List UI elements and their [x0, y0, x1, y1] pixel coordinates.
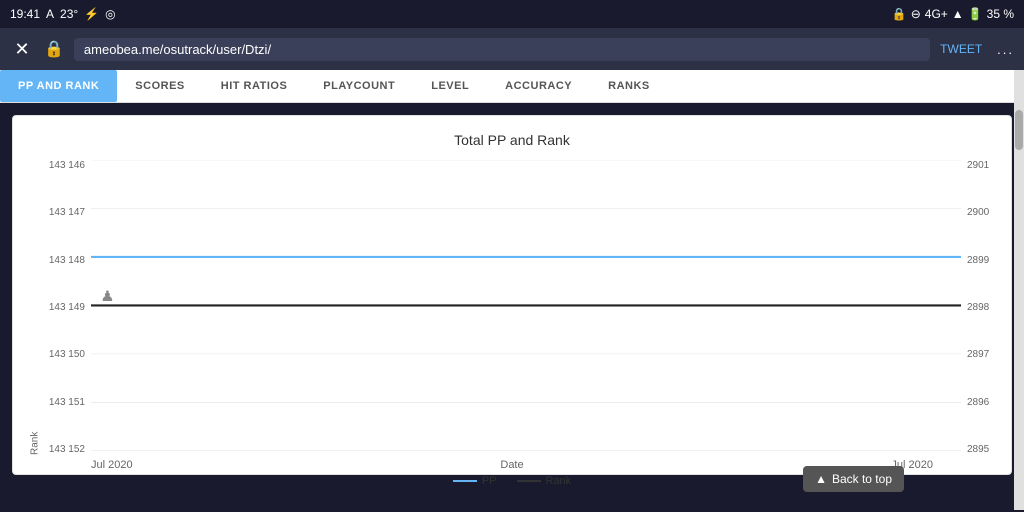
scrollbar[interactable]: [1014, 70, 1024, 510]
status-left: 19:41 A 23° ⚡ ◎: [10, 7, 116, 21]
more-button[interactable]: ...: [997, 42, 1014, 57]
tab-playcount[interactable]: PLAYCOUNT: [305, 70, 413, 102]
legend-rank-line: [517, 480, 541, 482]
tab-scores[interactable]: SCORES: [117, 70, 202, 102]
minus-icon: ⊖: [911, 7, 921, 21]
y-right-6: 2896: [967, 397, 1001, 408]
y-left-4: 143 149: [43, 302, 85, 313]
y-labels-right: 2901 2900 2899 2898 2897 2896 2895: [961, 160, 1001, 455]
y-right-4: 2898: [967, 302, 1001, 313]
status-right: 🔒 ⊖ 4G+ ▲ 🔋 35 %: [892, 7, 1014, 21]
chart-area: Total PP and Rank Rank 143 146 143 147 1…: [12, 115, 1012, 475]
legend-pp-label: PP: [482, 475, 497, 487]
tab-hit-ratios[interactable]: HIT RATIOS: [203, 70, 306, 102]
tab-pp-and-rank[interactable]: PP AND RANK: [0, 70, 117, 102]
close-button[interactable]: ✕: [10, 39, 34, 60]
app-icon: A: [46, 7, 54, 21]
y-right-1: 2901: [967, 160, 1001, 171]
y-right-7: 2895: [967, 444, 1001, 455]
lock-icon: 🔒: [892, 7, 907, 21]
y-right-3: 2899: [967, 255, 1001, 266]
back-to-top-button[interactable]: ▲ Back to top: [803, 466, 904, 492]
battery-icon: 🔋: [968, 7, 983, 21]
x-label-left: Jul 2020: [91, 459, 133, 471]
battery-percent: 35 %: [987, 7, 1014, 21]
chart-container: Rank 143 146 143 147 143 148 143 149 143…: [23, 160, 1001, 455]
y-left-7: 143 152: [43, 444, 85, 455]
url-bar[interactable]: ameobea.me/osutrack/user/Dtzi/: [74, 38, 930, 61]
icon1: ⚡: [84, 7, 99, 21]
chevron-up-icon: ▲: [815, 472, 827, 486]
chart-title: Total PP and Rank: [23, 132, 1001, 148]
wifi-icon: ▲: [952, 7, 964, 21]
y-right-5: 2897: [967, 349, 1001, 360]
tab-ranks[interactable]: RANKS: [590, 70, 668, 102]
y-labels-left: 143 146 143 147 143 148 143 149 143 150 …: [43, 160, 91, 455]
temp: 23°: [60, 7, 78, 21]
tweet-button[interactable]: TWEET: [940, 42, 982, 57]
scrollbar-thumb[interactable]: [1015, 110, 1023, 150]
signal-icon: 4G+: [925, 7, 948, 21]
y-axis-rank-label: Rank: [23, 160, 43, 455]
y-left-5: 143 150: [43, 349, 85, 360]
svg-text:♟: ♟: [100, 289, 115, 305]
x-axis-center-label: Date: [133, 459, 892, 471]
time: 19:41: [10, 7, 40, 21]
chart-svg: ♟: [91, 160, 961, 455]
legend-rank-label: Rank: [546, 475, 572, 487]
y-left-3: 143 148: [43, 255, 85, 266]
legend-pp-line: [453, 480, 477, 482]
legend-pp: PP: [453, 475, 497, 487]
y-left-1: 143 146: [43, 160, 85, 171]
y-right-2: 2900: [967, 207, 1001, 218]
browser-actions: TWEET ...: [940, 42, 1014, 57]
lock-icon: 🔒: [44, 39, 64, 59]
y-left-6: 143 151: [43, 397, 85, 408]
back-to-top-label: Back to top: [832, 472, 892, 486]
y-left-2: 143 147: [43, 207, 85, 218]
nav-tabs: PP AND RANK SCORES HIT RATIOS PLAYCOUNT …: [0, 70, 1024, 103]
icon2: ◎: [105, 7, 115, 21]
status-bar: 19:41 A 23° ⚡ ◎ 🔒 ⊖ 4G+ ▲ 🔋 35 %: [0, 0, 1024, 28]
tab-level[interactable]: LEVEL: [413, 70, 487, 102]
browser-bar: ✕ 🔒 ameobea.me/osutrack/user/Dtzi/ TWEET…: [0, 28, 1024, 70]
legend-rank: Rank: [517, 475, 572, 487]
tab-accuracy[interactable]: ACCURACY: [487, 70, 590, 102]
